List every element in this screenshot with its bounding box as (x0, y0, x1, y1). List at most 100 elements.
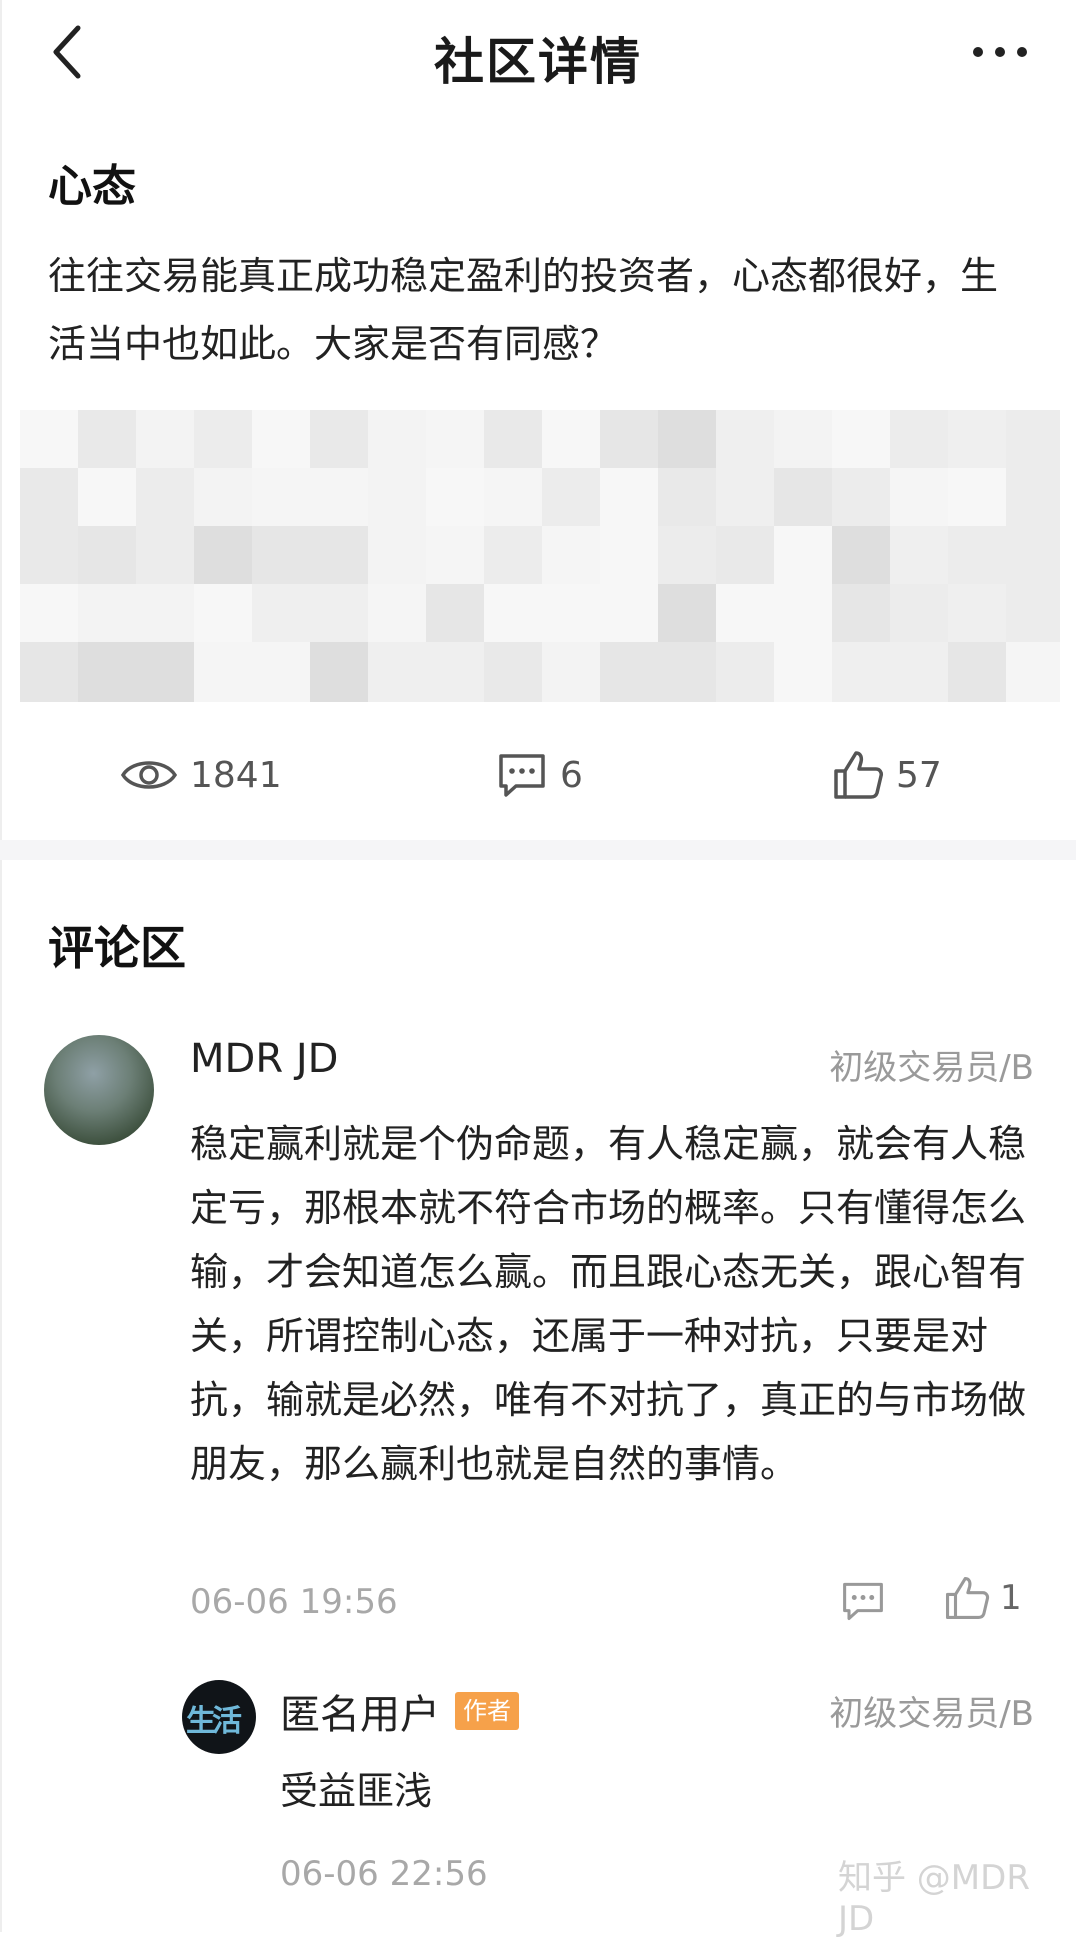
mosaic-tile (136, 642, 196, 702)
mosaic-tile (658, 642, 718, 702)
comment-icon (499, 754, 545, 797)
top-nav-bar: 社区详情 (0, 0, 1076, 104)
mosaic-tile (426, 642, 486, 702)
reply-avatar[interactable]: 生活 (182, 1680, 256, 1754)
mosaic-tile (426, 410, 486, 470)
mosaic-tile (136, 410, 196, 470)
mosaic-tile (658, 526, 718, 586)
mosaic-tile (948, 410, 1008, 470)
mosaic-tile (20, 468, 80, 528)
mosaic-tile (600, 410, 660, 470)
mosaic-tile (890, 642, 950, 702)
mosaic-tile (716, 468, 776, 528)
mosaic-tile (20, 526, 80, 586)
mosaic-tile (310, 584, 370, 644)
reply-text: 受益匪浅 (280, 1769, 433, 1813)
mosaic-tile (78, 526, 138, 586)
mosaic-tile (78, 642, 138, 702)
mosaic-tile (832, 410, 892, 470)
post-stats-bar: 1841 6 57 (0, 740, 1076, 810)
mosaic-tile (368, 584, 428, 644)
comments-count: 6 (560, 754, 583, 796)
mosaic-tile (368, 642, 428, 702)
likes-stat[interactable]: 57 (832, 740, 942, 810)
mosaic-tile (426, 584, 486, 644)
views-stat: 1841 (120, 740, 282, 810)
mosaic-tile (194, 584, 254, 644)
watermark: 知乎 @MDR JD (838, 1858, 1030, 1939)
post-content: 心态 往往交易能真正成功稳定盈利的投资者，心态都很好，生活当中也如此。大家是否有… (48, 150, 1038, 378)
thumbs-up-icon (945, 1576, 990, 1620)
mosaic-tile (368, 410, 428, 470)
comment-icon (843, 1582, 883, 1621)
mosaic-tile (658, 468, 718, 528)
reply-author-name[interactable]: 匿名用户 (280, 1682, 440, 1740)
comment-timestamp: 06-06 19:56 (190, 1582, 398, 1622)
mosaic-tile (252, 410, 312, 470)
reply-button[interactable] (840, 1580, 886, 1626)
mosaic-tile (136, 526, 196, 586)
mosaic-tile (194, 468, 254, 528)
mosaic-tile (832, 642, 892, 702)
mosaic-tile (426, 468, 486, 528)
mosaic-tile (194, 642, 254, 702)
mosaic-tile (600, 468, 660, 528)
mosaic-tile (194, 410, 254, 470)
mosaic-tile (78, 584, 138, 644)
comment-like-button[interactable]: 1 (944, 1575, 1022, 1621)
mosaic-tile (774, 584, 834, 644)
mosaic-tile (832, 584, 892, 644)
mosaic-tile (1006, 584, 1060, 644)
mosaic-tile (252, 468, 312, 528)
likes-count: 57 (896, 754, 942, 796)
mosaic-tile (484, 468, 544, 528)
mosaic-tile (890, 468, 950, 528)
comment-text: 稳定赢利就是个伪命题，有人稳定赢，就会有人稳定亏，那根本就不符合市场的概率。只有… (190, 1122, 1027, 1486)
mosaic-tile (20, 410, 80, 470)
mosaic-tile (20, 584, 80, 644)
reply-avatar-text: 生活 (186, 1704, 242, 1739)
mosaic-tile (310, 410, 370, 470)
views-count: 1841 (190, 754, 282, 796)
mosaic-tile (890, 410, 950, 470)
post-title: 心态 (48, 161, 136, 212)
mosaic-tile (542, 642, 602, 702)
mosaic-tile (484, 526, 544, 586)
reply-timestamp: 06-06 22:56 (280, 1854, 488, 1894)
commenter-name[interactable]: MDR JD (190, 1036, 338, 1082)
mosaic-tile (832, 526, 892, 586)
mosaic-tile (716, 410, 776, 470)
mosaic-tile (600, 642, 660, 702)
mosaic-tile (542, 468, 602, 528)
mosaic-tile (716, 584, 776, 644)
ellipsis-icon (973, 47, 1027, 57)
mosaic-tile (774, 642, 834, 702)
mosaic-tile (542, 410, 602, 470)
mosaic-tile (484, 410, 544, 470)
mosaic-tile (426, 526, 486, 586)
commenter-avatar[interactable] (44, 1035, 154, 1145)
mosaic-tile (484, 642, 544, 702)
mosaic-tile (368, 468, 428, 528)
mosaic-tile (252, 584, 312, 644)
mosaic-tile (78, 468, 138, 528)
mosaic-tile (774, 468, 834, 528)
mosaic-tile (1006, 410, 1060, 470)
more-options-button[interactable] (964, 34, 1036, 70)
mosaic-tile (136, 468, 196, 528)
mosaic-tile (484, 584, 544, 644)
reply-author-level: 初级交易员/B (829, 1694, 1034, 1734)
mosaic-tile (716, 526, 776, 586)
eye-icon (120, 761, 178, 789)
mosaic-tile (716, 642, 776, 702)
mosaic-tile (774, 410, 834, 470)
mosaic-tile (1006, 642, 1060, 702)
mosaic-tile (600, 526, 660, 586)
left-edge-line (0, 0, 2, 1932)
mosaic-tile (948, 642, 1008, 702)
mosaic-tile (658, 410, 718, 470)
mosaic-tile (542, 584, 602, 644)
comments-stat[interactable]: 6 (496, 740, 583, 810)
mosaic-tile (1006, 468, 1060, 528)
comments-section-title: 评论区 (48, 921, 186, 975)
